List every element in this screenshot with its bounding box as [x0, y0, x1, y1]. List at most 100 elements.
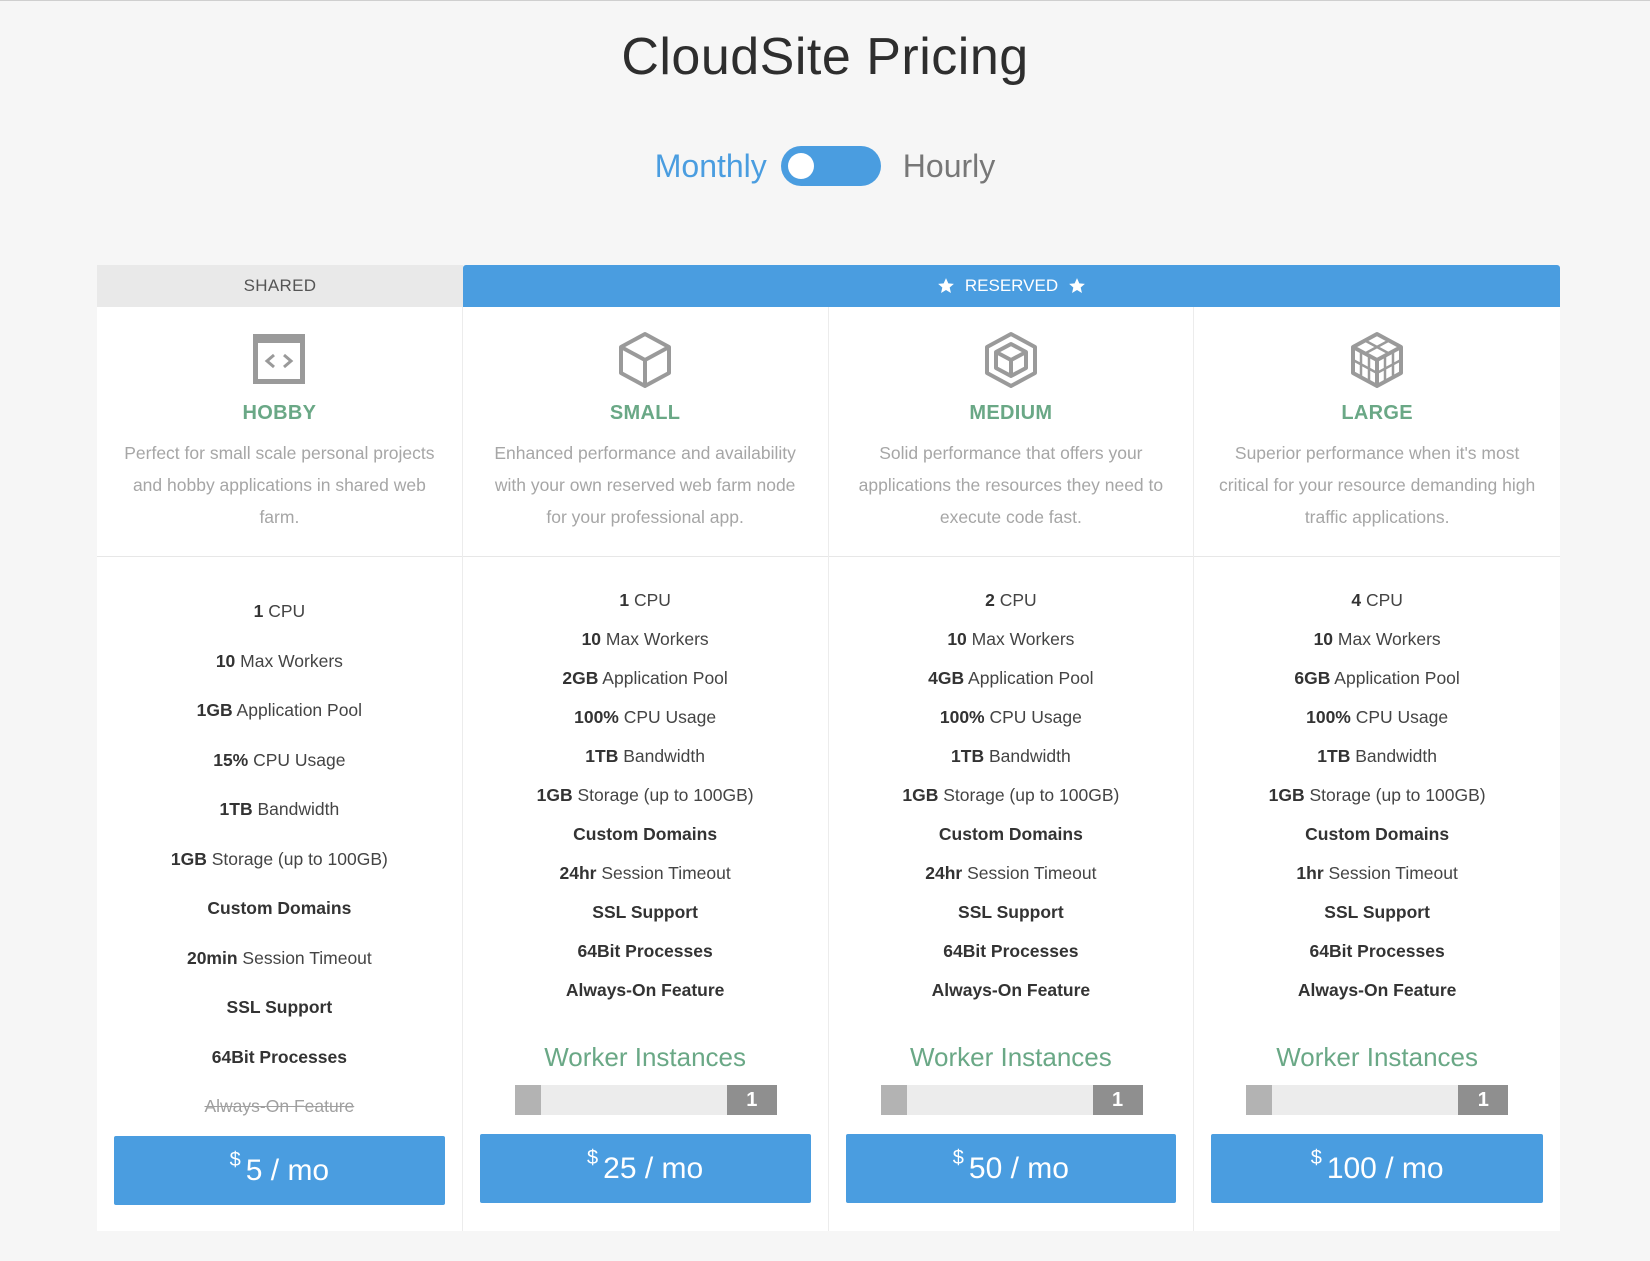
currency-symbol: $: [1310, 1147, 1322, 1169]
feature-item: 100% CPU Usage: [939, 707, 1082, 727]
plan-card-hobby: HOBBY Perfect for small scale personal p…: [97, 307, 463, 1231]
code-window-icon: [253, 334, 306, 384]
price-value: 100 / mo: [1326, 1151, 1444, 1185]
slider-handle[interactable]: [514, 1085, 541, 1115]
cube-grid-icon: [1351, 332, 1404, 388]
feature-item: Always-On Feature: [931, 980, 1091, 1000]
feature-item: 20min Session Timeout: [186, 947, 372, 968]
plan-header: SMALL Enhanced performance and availabil…: [462, 307, 828, 557]
feature-item: 1 CPU: [253, 601, 306, 621]
slider-handle[interactable]: [880, 1085, 907, 1115]
billing-toggle-row: Monthly Hourly: [0, 146, 1650, 186]
monthly-label[interactable]: Monthly: [655, 148, 767, 185]
feature-item: 2 CPU: [985, 590, 1037, 610]
tier-header: SHARED RESERVED: [97, 265, 1560, 307]
feature-item: 1TB Bandwidth: [1317, 746, 1437, 766]
feature-item: SSL Support: [1324, 902, 1430, 922]
feature-item: Custom Domains: [1305, 824, 1450, 844]
feature-item: 64Bit Processes: [1309, 941, 1445, 961]
plan-name: LARGE: [1341, 402, 1413, 424]
worker-instances-title: Worker Instances: [1276, 1042, 1479, 1072]
feature-item: Custom Domains: [573, 824, 718, 844]
feature-item: Custom Domains: [207, 898, 352, 918]
billing-period-toggle[interactable]: [780, 146, 881, 186]
feature-item: 1 CPU: [619, 590, 671, 610]
slider-handle[interactable]: [1246, 1085, 1273, 1115]
feature-item: SSL Support: [958, 902, 1064, 922]
plan-description: Perfect for small scale personal project…: [124, 443, 435, 527]
plan-header: MEDIUM Solid performance that offers you…: [828, 307, 1194, 557]
price-button-hobby[interactable]: $ 5 / mo: [114, 1136, 445, 1205]
price-button-small[interactable]: $ 25 / mo: [479, 1134, 811, 1203]
feature-item: 15% CPU Usage: [213, 749, 346, 770]
feature-item: 64Bit Processes: [577, 941, 713, 961]
feature-item: 10 Max Workers: [1313, 629, 1441, 649]
feature-item: 1GB Storage (up to 100GB): [1268, 785, 1486, 805]
feature-item: 1hr Session Timeout: [1296, 863, 1458, 883]
worker-instances-title: Worker Instances: [909, 1042, 1112, 1072]
feature-item: 24hr Session Timeout: [559, 863, 731, 883]
currency-symbol: $: [587, 1147, 599, 1169]
tier-shared: SHARED: [97, 265, 463, 307]
feature-list: 1 CPU 10 Max Workers 1GB Application Poo…: [97, 557, 462, 1132]
feature-item-unavailable: Always-On Feature: [204, 1096, 355, 1116]
worker-count: 1: [1458, 1085, 1509, 1115]
feature-item: 1GB Storage (up to 100GB): [170, 848, 388, 869]
hourly-label[interactable]: Hourly: [903, 148, 995, 185]
feature-list: 2 CPU 10 Max Workers 4GB Application Poo…: [829, 557, 1194, 1010]
star-icon: [1069, 278, 1085, 293]
feature-item: 24hr Session Timeout: [925, 863, 1097, 883]
worker-instances-slider[interactable]: 1: [514, 1085, 777, 1115]
plan-description: Enhanced performance and availability wi…: [494, 443, 796, 527]
cube-layered-icon: [984, 332, 1037, 388]
plan-name: SMALL: [609, 402, 681, 424]
feature-item: 1TB Bandwidth: [951, 746, 1071, 766]
feature-item: 100% CPU Usage: [1306, 707, 1449, 727]
plan-header: LARGE Superior performance when it's mos…: [1194, 307, 1560, 557]
worker-instances-slider[interactable]: 1: [1246, 1085, 1509, 1115]
toggle-knob: [787, 153, 814, 179]
price-value: 25 / mo: [603, 1151, 704, 1185]
currency-symbol: $: [229, 1149, 241, 1171]
feature-list: 1 CPU 10 Max Workers 2GB Application Poo…: [463, 557, 828, 1010]
feature-item: 4GB Application Pool: [928, 668, 1094, 688]
feature-item: 6GB Application Pool: [1294, 668, 1460, 688]
feature-item: Always-On Feature: [565, 980, 725, 1000]
price-value: 5 / mo: [245, 1153, 330, 1187]
plan-description: Solid performance that offers your appli…: [858, 443, 1164, 527]
plan-card-small: SMALL Enhanced performance and availabil…: [462, 307, 829, 1231]
price-button-large[interactable]: $ 100 / mo: [1211, 1134, 1543, 1203]
star-icon: [938, 278, 954, 293]
feature-item: 10 Max Workers: [215, 650, 343, 671]
worker-count: 1: [726, 1085, 777, 1115]
tier-reserved: RESERVED: [463, 265, 1560, 307]
feature-item: SSL Support: [592, 902, 698, 922]
feature-item: Always-On Feature: [1297, 980, 1457, 1000]
plans-container: HOBBY Perfect for small scale personal p…: [97, 307, 1560, 1231]
price-button-medium[interactable]: $ 50 / mo: [845, 1134, 1177, 1203]
plan-name: MEDIUM: [969, 402, 1053, 424]
feature-list: 4 CPU 10 Max Workers 6GB Application Poo…: [1194, 557, 1560, 1010]
worker-instances-slider[interactable]: 1: [880, 1085, 1143, 1115]
feature-item: SSL Support: [226, 997, 333, 1017]
plan-header: HOBBY Perfect for small scale personal p…: [97, 307, 462, 557]
feature-item: 1GB Storage (up to 100GB): [902, 785, 1120, 805]
plan-card-medium: MEDIUM Solid performance that offers you…: [828, 307, 1195, 1231]
feature-item: 64Bit Processes: [943, 941, 1079, 961]
price-value: 50 / mo: [968, 1151, 1069, 1185]
feature-item: 100% CPU Usage: [574, 707, 717, 727]
worker-instances-title: Worker Instances: [544, 1042, 747, 1072]
cube-icon: [619, 332, 672, 388]
feature-item: 10 Max Workers: [947, 629, 1075, 649]
currency-symbol: $: [952, 1147, 964, 1169]
feature-item: 1TB Bandwidth: [585, 746, 705, 766]
tier-shared-label: SHARED: [243, 276, 317, 295]
feature-item: 1TB Bandwidth: [219, 799, 340, 819]
plan-name: HOBBY: [242, 402, 317, 424]
feature-item: 1GB Storage (up to 100GB): [536, 785, 754, 805]
plan-card-large: LARGE Superior performance when it's mos…: [1194, 307, 1560, 1231]
feature-item: 10 Max Workers: [581, 629, 709, 649]
feature-item: 4 CPU: [1351, 590, 1403, 610]
page-title: CloudSite Pricing: [621, 28, 1029, 86]
feature-item: 2GB Application Pool: [562, 668, 728, 688]
